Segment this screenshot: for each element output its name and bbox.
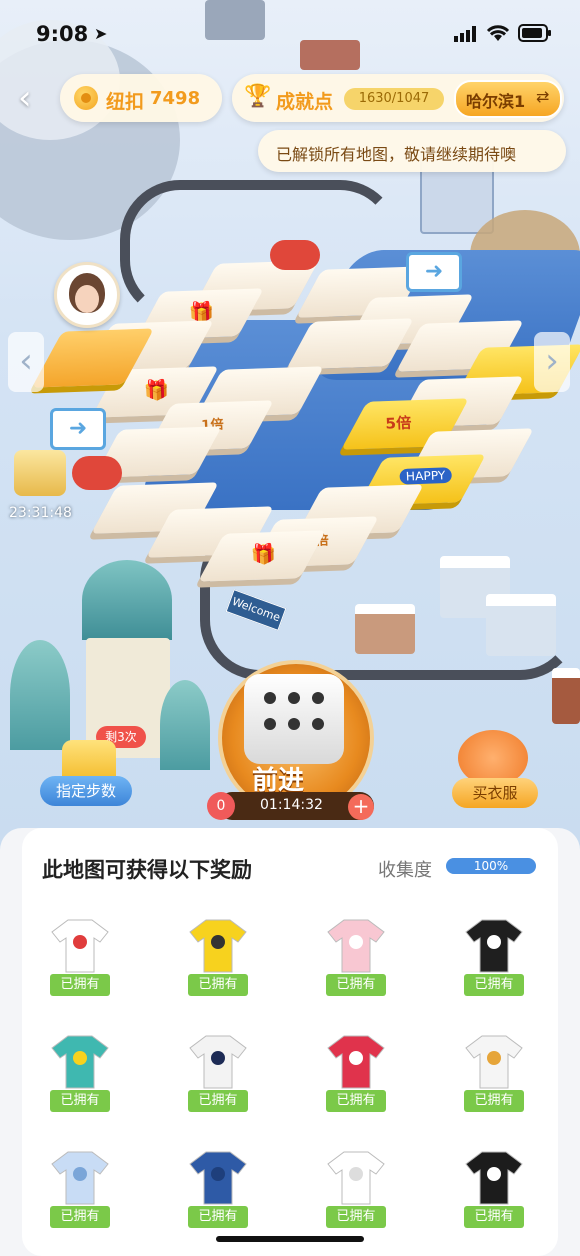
achievement-value: 1630/1047 bbox=[344, 88, 444, 110]
reward-item[interactable]: 已拥有 bbox=[308, 1024, 404, 1124]
trophy-icon: 🏆 bbox=[244, 84, 272, 109]
tile-multiplier-label: 5倍 bbox=[385, 413, 412, 433]
notice-text: 已解锁所有地图，敬请继续期待噢 bbox=[276, 145, 517, 164]
clothing-icon bbox=[464, 1148, 524, 1206]
buttons-label: 纽扣 bbox=[106, 91, 145, 113]
progress-bar: 100% bbox=[446, 858, 536, 874]
owned-badge: 已拥有 bbox=[188, 974, 248, 996]
clothing-icon bbox=[188, 1032, 248, 1090]
swap-icon: ⇄ bbox=[536, 87, 550, 106]
signal-icon bbox=[454, 26, 476, 46]
reward-item[interactable]: 已拥有 bbox=[446, 908, 542, 1008]
gift-timer: 23:31:48 bbox=[9, 505, 72, 521]
location-arrow-icon: ➤ bbox=[94, 24, 108, 43]
owned-badge: 已拥有 bbox=[188, 1206, 248, 1228]
clothing-icon bbox=[50, 1148, 110, 1206]
clothing-icon bbox=[464, 1032, 524, 1090]
reward-item[interactable]: 已拥有 bbox=[308, 1140, 404, 1240]
reward-item[interactable]: 已拥有 bbox=[446, 1024, 542, 1124]
clothing-icon bbox=[326, 1148, 386, 1206]
set-steps-button[interactable]: 指定步数 bbox=[40, 776, 132, 806]
reward-item[interactable]: 已拥有 bbox=[170, 1140, 266, 1240]
battery-icon bbox=[518, 24, 552, 46]
notice-bubble: 已解锁所有地图，敬请继续期待噢 bbox=[258, 130, 566, 172]
owned-badge: 已拥有 bbox=[464, 974, 524, 996]
status-time: 9:08 bbox=[36, 22, 89, 46]
owned-badge: 已拥有 bbox=[50, 1206, 110, 1228]
clothing-icon bbox=[326, 1032, 386, 1090]
owned-badge: 已拥有 bbox=[50, 1090, 110, 1112]
reward-item[interactable]: 已拥有 bbox=[170, 908, 266, 1008]
arrow-sign-icon: ➜ bbox=[406, 252, 462, 292]
map-next-arrow[interactable]: › bbox=[534, 332, 570, 392]
reward-item[interactable]: 已拥有 bbox=[32, 1024, 128, 1124]
progress-label: 收集度 bbox=[378, 860, 432, 881]
arrow-sign-icon: ➜ bbox=[50, 408, 106, 450]
clothing-icon bbox=[188, 1148, 248, 1206]
clothing-icon bbox=[50, 916, 110, 974]
reward-item[interactable]: 已拥有 bbox=[170, 1024, 266, 1124]
clothing-icon bbox=[326, 916, 386, 974]
buttons-currency-pill[interactable]: 纽扣 7498 bbox=[60, 74, 222, 122]
clothing-icon bbox=[464, 916, 524, 974]
heart-count: 0 bbox=[207, 792, 235, 820]
cathedral-dome bbox=[82, 560, 172, 640]
add-button[interactable]: + bbox=[348, 794, 374, 820]
shop-button[interactable]: 买衣服 bbox=[452, 778, 538, 808]
worm-obstacle bbox=[72, 456, 122, 490]
owned-badge: 已拥有 bbox=[188, 1090, 248, 1112]
owned-badge: 已拥有 bbox=[326, 974, 386, 996]
chevron-left-icon: ‹ bbox=[18, 78, 32, 118]
home-indicator bbox=[216, 1236, 364, 1242]
progress-value: 100% bbox=[473, 859, 509, 873]
city-label: 哈尔滨1 bbox=[466, 92, 526, 111]
owned-badge: 已拥有 bbox=[464, 1090, 524, 1112]
back-button[interactable]: ‹ bbox=[18, 80, 46, 120]
map-prev-arrow[interactable]: ‹ bbox=[8, 332, 44, 392]
clothing-icon bbox=[50, 1032, 110, 1090]
status-bar: 9:08 ➤ bbox=[0, 0, 580, 60]
owned-badge: 已拥有 bbox=[326, 1090, 386, 1112]
reward-item[interactable]: 已拥有 bbox=[32, 1140, 128, 1240]
owned-badge: 已拥有 bbox=[50, 974, 110, 996]
worm-obstacle bbox=[270, 240, 320, 270]
wifi-icon bbox=[486, 24, 510, 46]
city-switch-button[interactable]: 哈尔滨1 ⇄ bbox=[454, 80, 562, 118]
clothing-icon bbox=[188, 916, 248, 974]
dice-icon bbox=[244, 674, 344, 764]
gift-box-icon[interactable] bbox=[14, 450, 66, 496]
rewards-title: 此地图可获得以下奖励 bbox=[42, 858, 252, 882]
happy-mark: HAPPY bbox=[399, 467, 452, 485]
reward-item[interactable]: 已拥有 bbox=[446, 1140, 542, 1240]
owned-badge: 已拥有 bbox=[326, 1206, 386, 1228]
reward-item[interactable]: 已拥有 bbox=[308, 908, 404, 1008]
countdown-timer: 01:14:32 bbox=[260, 797, 323, 813]
buttons-value: 7498 bbox=[150, 88, 201, 109]
reward-item[interactable]: 已拥有 bbox=[32, 908, 128, 1008]
avatar-marker bbox=[54, 262, 120, 328]
rewards-panel: 此地图可获得以下奖励 收集度 100% 已拥有 已拥有 已拥有 已拥有 已拥有 已拥有 已拥… bbox=[0, 828, 580, 1256]
achievement-pill[interactable]: 🏆 成就点 1630/1047 哈尔滨1 ⇄ bbox=[232, 74, 564, 122]
button-coin-icon bbox=[74, 86, 98, 110]
achievement-label: 成就点 bbox=[276, 91, 334, 113]
owned-badge: 已拥有 bbox=[464, 1206, 524, 1228]
rewards-card: 此地图可获得以下奖励 收集度 100% 已拥有 已拥有 已拥有 已拥有 已拥有 已拥有 已拥… bbox=[22, 828, 558, 1256]
